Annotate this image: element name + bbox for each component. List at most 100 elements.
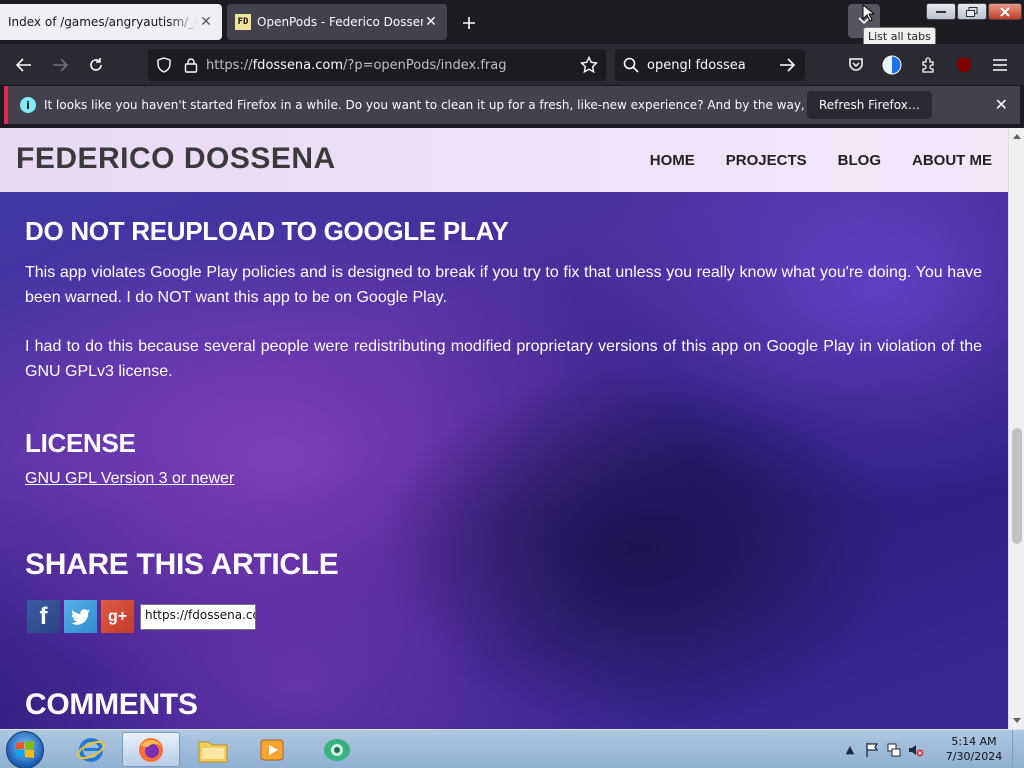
facebook-share-button[interactable]: f [27, 600, 60, 633]
info-icon: i [20, 97, 36, 113]
forward-button[interactable] [46, 51, 74, 79]
site-logo[interactable]: FEDERICO DOSSENA [16, 142, 336, 176]
volume-muted-icon[interactable] [908, 742, 924, 758]
minimize-button[interactable] [926, 3, 956, 20]
restore-icon [966, 6, 978, 17]
taskbar-file-explorer[interactable] [184, 732, 242, 767]
scroll-up-arrow-icon[interactable] [1013, 132, 1021, 140]
firefox-refresh-notification: i It looks like you haven't started Fire… [4, 86, 1020, 124]
pocket-glyph-icon [849, 58, 863, 71]
refresh-firefox-button[interactable]: Refresh Firefox… [807, 91, 932, 119]
taskbar-firefox[interactable] [122, 732, 180, 767]
close-icon[interactable]: ✕ [423, 14, 439, 30]
puzzle-icon [922, 57, 934, 73]
site-header: FEDERICO DOSSENA HOME PROJECTS BLOG ABOU… [0, 128, 1008, 192]
google-plus-share-button[interactable]: g+ [101, 600, 134, 633]
close-icon [1000, 6, 1010, 17]
firefox-account-icon[interactable] [881, 54, 903, 76]
close-icon[interactable]: ✕ [198, 14, 214, 30]
tab-strip: Index of /games/angryautism/_vanilla ✕ F… [0, 0, 1024, 46]
search-go-icon[interactable] [779, 58, 795, 72]
share-heading: SHARE THIS ARTICLE [25, 548, 339, 581]
minimize-icon [936, 10, 946, 13]
twitter-bird-icon [70, 608, 90, 625]
reload-button[interactable] [82, 51, 110, 79]
warning-paragraph-1: This app violates Google Play policies a… [25, 264, 982, 306]
page-viewport: FEDERICO DOSSENA HOME PROJECTS BLOG ABOU… [0, 128, 1008, 729]
share-url-field[interactable]: https://fdossena.com/?p=openPods/index.f… [140, 603, 256, 630]
site-nav: HOME PROJECTS BLOG ABOUT ME [650, 152, 992, 169]
url-bar[interactable]: https://fdossena.com/?p=openPods/index.f… [148, 49, 606, 81]
forward-arrow-icon [53, 58, 68, 72]
scroll-down-arrow-icon[interactable] [1013, 717, 1021, 725]
navigation-toolbar: https://fdossena.com/?p=openPods/index.f… [0, 44, 1024, 85]
warning-paragraph-2: I had to do this because several people … [25, 338, 982, 380]
green-app-icon [324, 738, 350, 761]
taskbar-app-green[interactable] [308, 732, 366, 767]
ublock-origin-icon[interactable] [953, 54, 975, 76]
nav-projects-link[interactable]: PROJECTS [726, 152, 807, 169]
facebook-icon: f [39, 602, 48, 630]
bookmark-star-icon[interactable] [580, 56, 598, 74]
nav-home-link[interactable]: HOME [650, 152, 695, 169]
pocket-icon[interactable] [845, 54, 867, 76]
site-favicon: FD [235, 14, 251, 30]
taskbar-media-player[interactable] [244, 732, 302, 767]
firefox-icon [139, 737, 163, 762]
menu-button[interactable] [989, 54, 1011, 76]
windows-logo-icon [16, 741, 34, 758]
back-button[interactable] [10, 51, 38, 79]
start-button[interactable] [6, 731, 44, 768]
warning-heading: DO NOT REUPLOAD TO GOOGLE PLAY [25, 216, 509, 246]
search-bar[interactable]: opengl fdossea [615, 49, 805, 81]
close-icon[interactable]: ✕ [995, 95, 1008, 114]
share-buttons: f g+ https://fdossena.com/?p=openPods/in… [27, 600, 256, 633]
account-avatar-icon [882, 55, 902, 75]
tab-title: Index of /games/angryautism/_vanilla [8, 15, 198, 29]
search-input[interactable]: opengl fdossea [647, 58, 779, 73]
tab-openpods[interactable]: FD OpenPods - Federico Dossena ✕ [227, 4, 447, 40]
ublock-shield-icon [957, 57, 971, 73]
page-scrollbar[interactable] [1008, 128, 1024, 729]
tab-title: OpenPods - Federico Dossena [257, 15, 423, 29]
show-hidden-icons-button[interactable]: ▲ [842, 742, 858, 758]
hamburger-menu-icon [993, 59, 1007, 71]
internet-explorer-icon [77, 737, 105, 762]
search-icon [623, 57, 639, 73]
plus-icon [463, 17, 475, 29]
mouse-cursor-icon [862, 4, 874, 22]
shield-icon[interactable] [156, 57, 172, 73]
url-scheme: https:// [206, 57, 253, 73]
restore-button[interactable] [957, 3, 987, 20]
taskbar-clock[interactable]: 5:14 AM 7/30/2024 [938, 734, 1010, 764]
nav-about-link[interactable]: ABOUT ME [912, 152, 992, 169]
folder-icon [198, 741, 228, 762]
back-arrow-icon [16, 58, 31, 72]
window-close-button[interactable] [988, 3, 1022, 20]
windows-taskbar: ▲ 5:14 AM 7/30/2024 [0, 729, 1024, 768]
url-path: /?p=openPods/index.frag [343, 57, 507, 73]
nav-blog-link[interactable]: BLOG [838, 152, 881, 169]
new-tab-button[interactable] [456, 10, 482, 36]
network-icon[interactable] [886, 742, 902, 758]
media-player-icon [260, 739, 284, 760]
clock-time: 5:14 AM [951, 735, 997, 748]
show-desktop-button[interactable] [1012, 730, 1024, 768]
system-tray: ▲ [842, 732, 924, 767]
license-heading: LICENSE [25, 428, 136, 458]
clock-date: 7/30/2024 [945, 750, 1003, 763]
license-link[interactable]: GNU GPL Version 3 or newer [25, 470, 234, 488]
notification-text: It looks like you haven't started Firefo… [44, 98, 900, 112]
url-host: fdossena.com [252, 57, 344, 73]
action-center-flag-icon[interactable] [864, 742, 880, 758]
taskbar-internet-explorer[interactable] [62, 732, 120, 767]
tab-index-games[interactable]: Index of /games/angryautism/_vanilla ✕ [0, 4, 222, 40]
twitter-share-button[interactable] [64, 600, 97, 633]
url-text: https://fdossena.com/?p=openPods/index.f… [206, 58, 507, 73]
comments-heading: COMMENTS [25, 688, 198, 721]
scroll-thumb[interactable] [1012, 428, 1022, 544]
lock-icon[interactable] [184, 57, 198, 73]
google-plus-icon: g+ [107, 607, 128, 625]
reload-icon [90, 58, 102, 71]
extensions-icon[interactable] [918, 54, 940, 76]
